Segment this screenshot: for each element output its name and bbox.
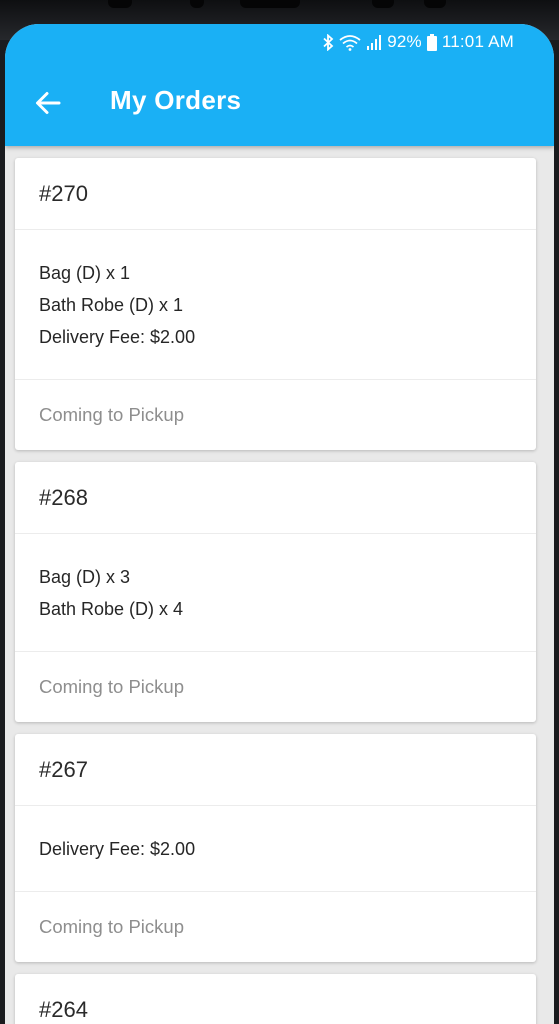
bluetooth-icon [322, 33, 334, 51]
order-item: Bath Robe (D) x 1 [39, 295, 184, 315]
order-item: Bath Robe (D) x 4 [39, 599, 184, 619]
phone-screen: 92% 11:01 AM My Orders #270 Bag (D) x 1 [5, 24, 554, 1024]
order-items: Bag (D) x 1 Bath Robe (D) x 1 Delivery F… [15, 230, 536, 380]
order-card[interactable]: #264 [15, 974, 536, 1024]
order-number: #270 [15, 158, 536, 230]
camera [372, 0, 394, 8]
order-items: Delivery Fee: $2.00 [15, 806, 536, 892]
order-number: #268 [15, 462, 536, 534]
order-status: Coming to Pickup [39, 676, 184, 697]
order-status: Coming to Pickup [39, 404, 184, 425]
arrow-back-icon [35, 91, 61, 120]
order-item: Bag (D) x 1 [39, 263, 131, 283]
order-number: #267 [15, 734, 536, 806]
order-item: Bag (D) x 3 [39, 567, 131, 587]
speaker-grille [240, 0, 300, 8]
order-items: Bag (D) x 3 Bath Robe (D) x 4 [15, 534, 536, 652]
orders-list: #270 Bag (D) x 1 Bath Robe (D) x 1 Deliv… [15, 158, 536, 1024]
order-card[interactable]: #267 Delivery Fee: $2.00 Coming to Picku… [15, 734, 536, 962]
app-bar: 92% 11:01 AM My Orders [5, 24, 554, 146]
page-title: My Orders [110, 85, 242, 115]
order-card[interactable]: #268 Bag (D) x 3 Bath Robe (D) x 4 Comin… [15, 462, 536, 722]
order-item: Delivery Fee: $2.00 [39, 839, 196, 859]
back-button[interactable] [31, 88, 65, 122]
sensor [190, 0, 204, 8]
clock: 11:01 AM [441, 32, 514, 51]
wifi-icon [339, 34, 361, 51]
order-status: Coming to Pickup [39, 916, 184, 937]
battery-percent: 92% [387, 32, 422, 51]
signal-icon [366, 34, 382, 50]
order-number: #264 [15, 974, 536, 1024]
status-bar: 92% 11:01 AM [322, 30, 514, 54]
order-item: Delivery Fee: $2.00 [39, 327, 196, 347]
order-card[interactable]: #270 Bag (D) x 1 Bath Robe (D) x 1 Deliv… [15, 158, 536, 450]
sensor [108, 0, 132, 8]
battery-icon [426, 33, 437, 51]
sensor [424, 0, 446, 8]
